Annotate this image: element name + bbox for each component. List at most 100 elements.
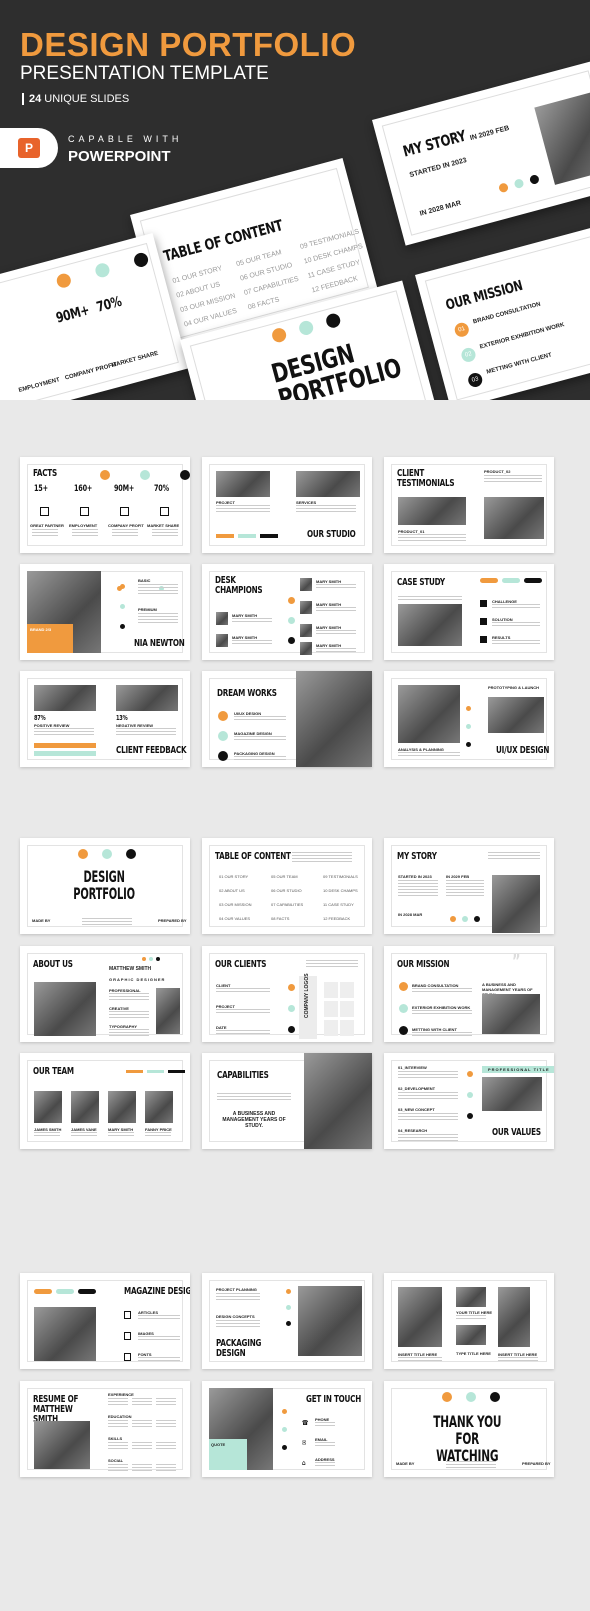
slide-label: BRAND 2/3 bbox=[30, 627, 52, 632]
color-bar bbox=[78, 1289, 96, 1294]
chart-icon bbox=[160, 507, 169, 516]
placeholder-text-line bbox=[216, 511, 270, 512]
slide-thumbnail-testimonials[interactable]: CLIENT TESTIMONIALS PRODUCT_01 PRODUCT_02 bbox=[384, 457, 554, 553]
placeholder-text-line bbox=[132, 1470, 152, 1471]
color-bar bbox=[56, 1289, 74, 1294]
powerpoint-icon: P bbox=[18, 138, 40, 158]
placeholder-text-line bbox=[108, 1423, 128, 1424]
placeholder-text-line bbox=[152, 529, 178, 530]
placeholder-text-line bbox=[132, 1442, 152, 1443]
placeholder-text-line bbox=[398, 540, 466, 541]
placeholder-text-line bbox=[132, 1398, 152, 1399]
slide-thumbnail-story[interactable]: MY STORY STARTED IN 2023 IN 2029 FEB IN 202… bbox=[384, 838, 554, 934]
photo-placeholder bbox=[398, 1287, 442, 1347]
placeholder-text-line bbox=[145, 1135, 171, 1136]
color-dot bbox=[288, 1005, 295, 1012]
placeholder-text-line bbox=[398, 1119, 458, 1120]
doc-icon bbox=[124, 1353, 131, 1361]
slide-thumbnail-case[interactable]: CASE STUDY CHALLENGE SOLUTION RESULTS bbox=[384, 564, 554, 660]
slide-thumbnail-values[interactable]: 01_INTERVIEW 02_DEVELOPMENT 03_NEW CONCEPT… bbox=[384, 1053, 554, 1149]
toc-item: 05 OUR TEAM bbox=[271, 874, 298, 879]
slide-label: PRODUCT_02 bbox=[484, 469, 511, 474]
placeholder-text-line bbox=[216, 988, 270, 989]
placeholder-text-line bbox=[484, 481, 542, 482]
slide-label: PREPARED BY bbox=[158, 918, 187, 923]
slide-thumbnail-clients[interactable]: OUR CLIENTS CLIENT PROJECT DATE COMPANY LOGO… bbox=[202, 946, 372, 1042]
placeholder-text-line bbox=[316, 630, 356, 631]
hero-title: DESIGN PORTFOLIO bbox=[20, 26, 357, 63]
slide-thumbnail-thanks[interactable]: THANK YOU FOR WATCHING MADE BY PREPARED BY bbox=[384, 1381, 554, 1477]
placeholder-text-line bbox=[292, 855, 352, 856]
slide-thumbnail-facts[interactable]: FACTS 15+ GREAT PARTNER 160+ EMPLOYMENT 90M+ C… bbox=[20, 457, 190, 553]
slide-label: COMPANY LOGOS bbox=[304, 973, 310, 1018]
slide-thumbnail-about[interactable]: ABOUT US MATTHEW SMITH GRAPHIC DESIGNER PRO… bbox=[20, 946, 190, 1042]
slide-thumbnail-person[interactable]: BRAND 2/3 BASIC PREMIUM NIA NEWTON bbox=[20, 564, 190, 660]
color-dot bbox=[466, 724, 471, 729]
placeholder-text-line bbox=[488, 852, 540, 853]
slide-thumbnail-resume[interactable]: RESUME OF MATTHEW SMITH EXPERIENCE EDUCATI… bbox=[20, 1381, 190, 1477]
placeholder-text-line bbox=[498, 1357, 538, 1358]
placeholder-text-line bbox=[398, 596, 462, 597]
placeholder-text-line bbox=[484, 478, 542, 479]
placeholder-text-line bbox=[116, 728, 176, 729]
slide-thumbnail-desk[interactable]: DESK CHAMPIONS MARY SMITH MARY SMITH MARY S… bbox=[202, 564, 372, 660]
color-bar bbox=[480, 578, 498, 583]
slide-thumbnail-mission[interactable]: OUR MISSION” BRAND CONSULTATION EXTERIOR E… bbox=[384, 946, 554, 1042]
placeholder-text-line bbox=[138, 622, 178, 623]
placeholder-text-line bbox=[108, 1470, 128, 1471]
client-logo bbox=[340, 982, 354, 998]
slide-label: COMPANY PROFIT bbox=[108, 523, 144, 528]
slide-title: OUR CLIENTS bbox=[215, 959, 267, 970]
placeholder-text-line bbox=[109, 999, 149, 1000]
slide-label: STARTED IN 2023 bbox=[398, 874, 432, 879]
slide-thumbnail-cover[interactable]: DESIGN PORTFOLIO MADE BY PREPARED BY bbox=[20, 838, 190, 934]
toc-item: 08 FACTS bbox=[271, 916, 290, 921]
slide-thumbnail-studio[interactable]: PROJECT SERVICES OUR STUDIO bbox=[202, 457, 372, 553]
placeholder-text-line bbox=[109, 1011, 149, 1012]
color-dot bbox=[282, 1427, 287, 1432]
color-dot bbox=[490, 1392, 500, 1402]
photo-placeholder bbox=[216, 634, 228, 647]
placeholder-text-line bbox=[316, 607, 356, 608]
slide-thumbnail-uiux[interactable]: PROTOTYPING & LAUNCH ANALYSIS & PLANNING U… bbox=[384, 671, 554, 767]
photo-placeholder bbox=[34, 1091, 62, 1123]
slide-thumbnail-feedback[interactable]: 87% 13% POSITIVE REVIEW NEGATIVE REVIEW CLIE… bbox=[20, 671, 190, 767]
slide-thumbnail-capabilities[interactable]: CAPABILITIES A BUSINESS AND MANAGEMENT YE… bbox=[202, 1053, 372, 1149]
slide-thumbnail-toc[interactable]: TABLE OF CONTENT 01 OUR STORY 02 ABOUT US 0… bbox=[202, 838, 372, 934]
stat-value: 90M+ bbox=[114, 484, 135, 494]
color-dot bbox=[467, 1113, 473, 1119]
slide-label: PROJECT PLANNING bbox=[216, 1287, 257, 1292]
placeholder-text-line bbox=[109, 1035, 149, 1036]
quote-icon: ” bbox=[512, 951, 521, 972]
toc-item: 06 OUR STUDIO bbox=[271, 888, 302, 893]
slide-thumbnail-magazine[interactable]: MAGAZINE DESIGN ARTICLES IMAGES FONTS bbox=[20, 1273, 190, 1369]
slide-thumbnail-packaging[interactable]: PROJECT PLANNING DESIGN CONCEPTS PACKAGING… bbox=[202, 1273, 372, 1369]
photo-placeholder bbox=[145, 1091, 173, 1123]
placeholder-text-line bbox=[216, 991, 270, 992]
placeholder-text-line bbox=[156, 1404, 176, 1405]
slide-thumbnail-dream[interactable]: DREAM WORKS UI/UX DESIGN MAGAZINE DESIGN PA… bbox=[202, 671, 372, 767]
color-dot bbox=[286, 1305, 291, 1310]
placeholder-text-line bbox=[446, 880, 484, 881]
placeholder-text-line bbox=[492, 643, 540, 644]
professional-title-tag: PROFESSIONAL TITLE bbox=[482, 1066, 554, 1073]
color-dot bbox=[466, 742, 471, 747]
placeholder-text-line bbox=[108, 1135, 134, 1136]
color-dot bbox=[140, 470, 150, 480]
stat-value: 15+ bbox=[34, 484, 48, 494]
placeholder-text-line bbox=[398, 883, 438, 884]
placeholder-text-line bbox=[398, 1140, 458, 1141]
slide-title: CLIENT FEEDBACK bbox=[116, 745, 187, 756]
photo-placeholder bbox=[71, 1091, 99, 1123]
photo-placeholder bbox=[482, 1077, 542, 1111]
color-dot bbox=[120, 624, 125, 629]
placeholder-text-line bbox=[138, 1339, 180, 1340]
slide-thumbnail-contact[interactable]: QUOTE GET IN TOUCH ☎ PHONE ✉ EMAIL ⌂ ADDRESS bbox=[202, 1381, 372, 1477]
slide-count-label: UNIQUE SLIDES bbox=[44, 93, 130, 105]
email-icon: ✉ bbox=[302, 1439, 307, 1447]
slide-thumbnail-gallery[interactable]: INSERT TITLE HERE YOUR TITLE HERE TYPE TIT… bbox=[384, 1273, 554, 1369]
slide-title: MY STORY bbox=[397, 851, 437, 862]
slide-thumbnail-team[interactable]: OUR TEAM JAMES SMITH JAMES VANE MARY SMITH F… bbox=[20, 1053, 190, 1149]
placeholder-text-line bbox=[156, 1398, 176, 1399]
placeholder-text-line bbox=[446, 1461, 496, 1462]
